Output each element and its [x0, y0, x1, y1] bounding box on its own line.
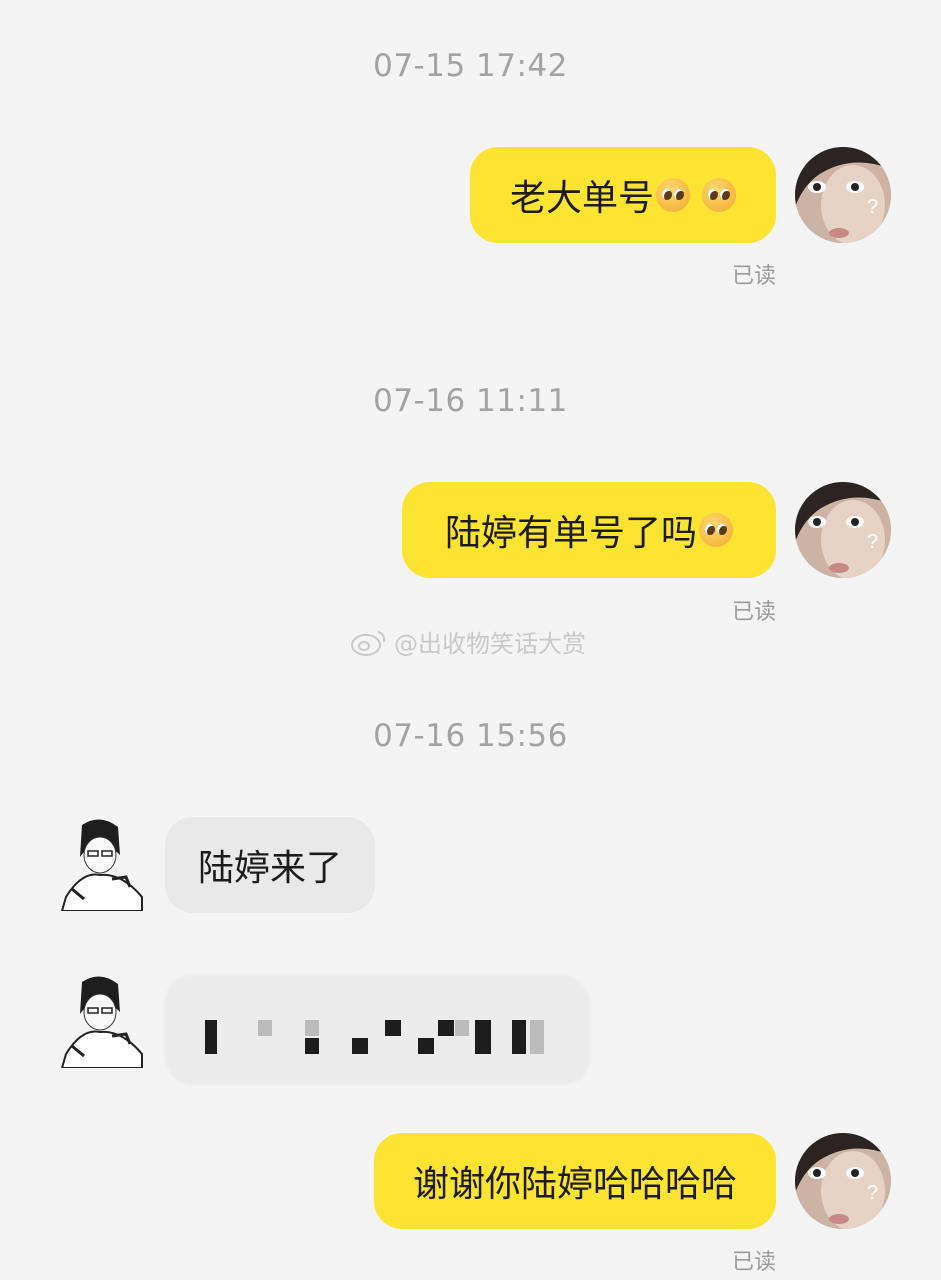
svg-text:?: ?	[867, 1182, 878, 1204]
avatar[interactable]: ?	[795, 1133, 891, 1229]
message-text: 陆婷来了	[197, 848, 342, 889]
svg-text:?: ?	[867, 196, 878, 218]
avatar[interactable]	[52, 815, 148, 912]
timestamp: 07-16 15:56	[373, 718, 568, 754]
message-bubble-incoming[interactable]: 陆婷来了	[165, 817, 375, 913]
redacted-message-bubble[interactable]	[165, 975, 590, 1085]
message-bubble-outgoing[interactable]: 谢谢你陆婷哈哈哈哈	[374, 1133, 776, 1229]
timestamp: 07-16 11:11	[373, 383, 568, 419]
read-receipt: 已读	[731, 600, 776, 625]
read-receipt: 已读	[731, 264, 776, 289]
message-text: 陆婷有单号了吗	[444, 513, 697, 554]
avatar[interactable]: ?	[795, 147, 891, 243]
svg-text:?: ?	[867, 531, 878, 553]
message-bubble-outgoing[interactable]: 老大单号	[470, 147, 776, 243]
message-bubble-outgoing[interactable]: 陆婷有单号了吗	[402, 482, 776, 578]
watermark-text: @出收物笑话大赏	[394, 630, 586, 658]
avatar[interactable]	[52, 972, 148, 1069]
timestamp: 07-15 17:42	[373, 48, 568, 84]
weibo-icon	[351, 630, 386, 656]
face-holding-back-tears-icon	[699, 513, 733, 547]
message-text: 老大单号	[509, 178, 654, 219]
avatar[interactable]: ?	[795, 482, 891, 578]
read-receipt: 已读	[731, 1250, 776, 1275]
message-text: 谢谢你陆婷哈哈哈哈	[412, 1164, 737, 1205]
watermark: @出收物笑话大赏	[350, 624, 586, 659]
pleading-face-icon	[656, 178, 690, 212]
pleading-face-icon	[702, 178, 736, 212]
